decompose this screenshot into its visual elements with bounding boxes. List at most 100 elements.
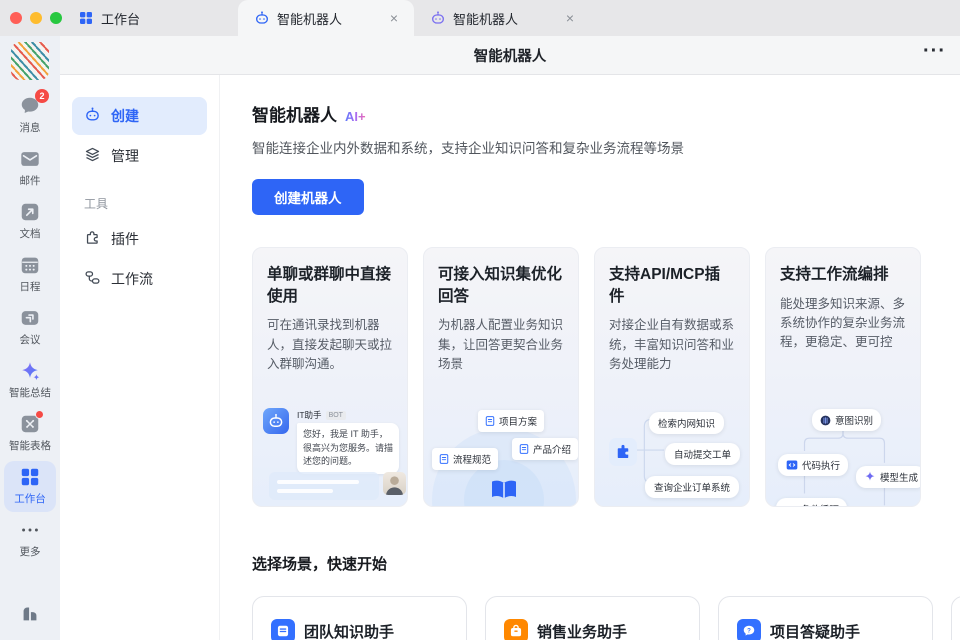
sparkle-icon (864, 471, 876, 483)
card-desc: 对接企业自有数据或系统，丰富知识问答和业务处理能力 (609, 316, 735, 374)
bar-chart-icon (19, 602, 41, 624)
robot-icon (254, 10, 270, 26)
workflow-node: 条件循环 (776, 498, 847, 507)
scenario-card-partial[interactable] (951, 596, 960, 640)
card-desc: 能处理多知识来源、多系统协作的复杂业务流程，更稳定、更可控 (780, 295, 906, 353)
scenario-cards-row: 团队知识助手 解答团队业务问题，便于团队 销售业务助手 为销售市场团队提供知识解 (252, 596, 960, 640)
content-subtitle: 智能连接企业内外数据和系统，支持企业知识问答和复杂业务流程等场景 (252, 137, 960, 157)
rail-item-ai-summary[interactable]: 智能总结 (4, 355, 56, 406)
workflow-node: 代码执行 (778, 454, 848, 476)
docs-icon (19, 201, 41, 223)
layers-icon (84, 146, 101, 166)
question-bubble-icon: ? (737, 619, 761, 640)
robot-icon (84, 106, 101, 126)
puzzle-icon (609, 438, 637, 466)
sidebar-section-label: 工具 (84, 195, 207, 212)
workflow-node: 意图识别 (812, 409, 881, 431)
svg-text:?: ? (747, 627, 751, 634)
sidebar-item-plugins[interactable]: 插件 (72, 220, 207, 258)
tab-workplace[interactable]: 工作台 (62, 0, 238, 36)
scenario-title: 团队知识助手 (304, 621, 394, 640)
card-desc: 为机器人配置业务知识集，让回答更契合业务场景 (438, 316, 564, 374)
plugin-pill: 自动提交工单 (665, 443, 740, 465)
chat-bubble-icon: 2 (19, 95, 41, 117)
minimize-window-button[interactable] (30, 12, 42, 24)
workplace-grid-icon (78, 10, 94, 26)
rail-item-analytics[interactable] (4, 597, 56, 630)
intent-icon (820, 415, 831, 426)
scenario-title: 销售业务助手 (537, 621, 627, 640)
tab-label: 工作台 (101, 9, 140, 28)
create-robot-button[interactable]: 创建机器人 (252, 179, 364, 215)
close-window-button[interactable] (10, 12, 22, 24)
scenario-title: 项目答疑助手 (770, 621, 860, 640)
rail-item-workplace[interactable]: 工作台 (4, 461, 56, 512)
knowledge-base-icon (271, 619, 295, 640)
main-content: 智能机器人 AI+ 智能连接企业内外数据和系统，支持企业知识问答和复杂业务流程等… (220, 75, 960, 640)
rail-item-more[interactable]: 更多 (4, 514, 56, 565)
doc-icon (439, 453, 449, 465)
smart-table-icon (19, 413, 41, 435)
robot-sidebar: 创建 管理 工具 插件 (60, 75, 220, 640)
card-title: 支持工作流编排 (780, 264, 906, 286)
tab-label: 智能机器人 (453, 9, 518, 28)
card-title: 可接入知识集优化回答 (438, 264, 564, 307)
knowledge-tag: 流程规范 (432, 448, 498, 470)
more-dots-icon (19, 519, 41, 541)
rail-item-meetings[interactable]: 会议 (4, 302, 56, 353)
doc-icon (519, 443, 529, 455)
sidebar-item-workflow[interactable]: 工作流 (72, 260, 207, 298)
workflow-node: 模型生成 (856, 466, 921, 488)
feature-card-workflow[interactable]: 意图识别 代码执行 模型生成 (765, 247, 921, 507)
video-meeting-icon (19, 307, 41, 329)
app-rail: 2 消息 邮件 文档 日程 会议 (0, 36, 60, 640)
sidebar-item-label: 创建 (111, 106, 139, 126)
rail-item-ai-table[interactable]: 智能表格 (4, 408, 56, 459)
content-title: 智能机器人 (252, 101, 337, 126)
feature-cards-row: IT助手 BOT 您好，我是 IT 助手，很高兴为您服务。请描述您的问题。 (252, 247, 960, 507)
rail-item-messages[interactable]: 2 消息 (4, 90, 56, 141)
scenario-card-sales[interactable]: 销售业务助手 为销售市场团队提供知识解 (485, 596, 700, 640)
card-desc: 可在通讯录找到机器人，直接发起聊天或拉入群聊沟通。 (267, 316, 393, 374)
rail-item-calendar[interactable]: 日程 (4, 249, 56, 300)
tab-robot-active[interactable]: 智能机器人 × (238, 0, 414, 36)
feature-card-knowledge[interactable]: 项目方案 产品介绍 流程规范 (423, 247, 579, 507)
tab-label: 智能机器人 (277, 9, 342, 28)
card-title: 支持API/MCP插件 (609, 264, 735, 307)
plugin-pill: 查询企业订单系统 (645, 476, 739, 498)
window-tab-bar: 工作台 智能机器人 × 智能机器人 × (0, 0, 960, 36)
code-icon (786, 459, 798, 471)
sparkle-icon (19, 360, 41, 382)
scenario-card-project-qa[interactable]: ? 项目答疑助手 项目成员可咨询项目方案、进 (718, 596, 933, 640)
doc-icon (485, 415, 495, 427)
rail-item-docs[interactable]: 文档 (4, 196, 56, 247)
sidebar-item-label: 插件 (111, 229, 139, 249)
user-avatar[interactable] (11, 42, 49, 80)
tab-robot-2[interactable]: 智能机器人 × (414, 0, 590, 36)
feature-card-chat[interactable]: IT助手 BOT 您好，我是 IT 助手，很高兴为您服务。请描述您的问题。 (252, 247, 408, 507)
zoom-window-button[interactable] (50, 12, 62, 24)
more-menu-button[interactable]: ··· (923, 40, 946, 63)
page-title: 智能机器人 (474, 45, 547, 66)
close-tab-icon[interactable]: × (562, 9, 578, 27)
close-tab-icon[interactable]: × (386, 9, 402, 27)
sidebar-item-label: 管理 (111, 146, 139, 166)
ai-plus-badge: AI+ (345, 109, 366, 124)
feature-card-plugins[interactable]: 检索内网知识 自动提交工单 查询企业订单系统 支持API/MCP插件 对接企业自… (594, 247, 750, 507)
sidebar-item-create[interactable]: 创建 (72, 97, 207, 135)
knowledge-tag: 项目方案 (478, 410, 544, 432)
unread-badge: 2 (35, 89, 49, 103)
open-book-icon (488, 476, 520, 507)
user-avatar-small (383, 472, 406, 495)
scenario-section-title: 选择场景，快速开始 (252, 553, 960, 574)
calendar-icon (19, 254, 41, 276)
scenario-card-team-knowledge[interactable]: 团队知识助手 解答团队业务问题，便于团队 (252, 596, 467, 640)
notification-dot (35, 410, 44, 419)
sidebar-item-manage[interactable]: 管理 (72, 137, 207, 175)
bot-name: IT助手 (297, 409, 322, 421)
puzzle-icon (84, 229, 101, 249)
traffic-lights (0, 0, 62, 36)
briefcase-icon (504, 619, 528, 640)
sidebar-item-label: 工作流 (111, 269, 153, 289)
rail-item-mail[interactable]: 邮件 (4, 143, 56, 194)
